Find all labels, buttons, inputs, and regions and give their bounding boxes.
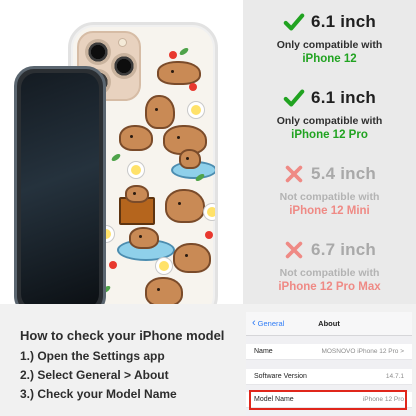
compatibility-note: Only compatible with <box>276 39 383 51</box>
settings-title: About <box>318 319 340 328</box>
settings-row-software-version[interactable]: Software Version 14.7.1 <box>246 369 412 385</box>
capybara-illustration <box>145 95 175 129</box>
screen-size: 6.1 inch <box>311 12 376 31</box>
model-name-highlight-box <box>249 390 407 410</box>
compatibility-header: 6.1 inch <box>283 87 376 109</box>
capybara-illustration <box>165 189 205 223</box>
cross-icon <box>285 165 303 183</box>
compatibility-card-iphone-12-mini: 5.4 inch Not compatible with iPhone 12 M… <box>243 153 416 227</box>
compatibility-card-iphone-12: 6.1 inch Only compatible with iPhone 12 <box>243 1 416 75</box>
capybara-illustration <box>179 149 201 169</box>
camera-flash <box>118 38 127 47</box>
berry-illustration <box>205 231 213 239</box>
flower-illustration <box>207 207 215 217</box>
leaf-illustration <box>110 152 122 163</box>
leaf-illustration <box>178 46 190 57</box>
screen-size: 6.1 inch <box>311 88 376 107</box>
compatibility-note: Only compatible with <box>276 115 383 127</box>
capybara-illustration <box>129 227 159 249</box>
how-to-step: 1.) Open the Settings app <box>20 349 165 363</box>
compatibility-note: Not compatible with <box>279 267 380 279</box>
phone-model: iPhone 12 Mini <box>289 205 370 217</box>
settings-row-name[interactable]: Name MOSNOVO iPhone 12 Pro > <box>246 344 412 360</box>
how-to-title: How to check your iPhone model <box>20 328 225 343</box>
phone-screen <box>21 73 99 304</box>
capybara-illustration <box>119 125 153 151</box>
capybara-illustration <box>157 61 201 85</box>
compatibility-header: 5.4 inch <box>283 163 376 185</box>
berry-illustration <box>109 261 117 269</box>
flower-illustration <box>131 165 141 175</box>
check-icon <box>283 89 305 107</box>
compatibility-card-iphone-12-pro: 6.1 inch Only compatible with iPhone 12 … <box>243 77 416 151</box>
row-label: Software Version <box>254 373 307 380</box>
how-to-step: 2.) Select General > About <box>20 368 169 382</box>
screen-size: 5.4 inch <box>311 164 376 183</box>
row-value: 14.7.1 <box>385 373 404 380</box>
camera-lens <box>85 39 111 65</box>
flower-illustration <box>159 261 169 271</box>
row-label: Name <box>254 348 273 355</box>
berry-illustration <box>189 83 197 91</box>
product-photo <box>0 0 243 304</box>
capybara-illustration <box>125 185 149 203</box>
phone-front <box>14 66 106 304</box>
phone-model: iPhone 12 <box>302 53 357 65</box>
how-to-step: 3.) Check your Model Name <box>20 387 177 401</box>
compatibility-header: 6.1 inch <box>283 11 376 33</box>
compatibility-card-iphone-12-pro-max: 6.7 inch Not compatible with iPhone 12 P… <box>243 229 416 303</box>
flower-illustration <box>191 105 201 115</box>
phone-model: iPhone 12 Pro Max <box>278 281 381 293</box>
compatibility-panel: 6.1 inch Only compatible with iPhone 12 … <box>243 0 416 304</box>
berry-illustration <box>169 51 177 59</box>
compatibility-header: 6.7 inch <box>283 239 376 261</box>
capybara-illustration <box>145 277 183 304</box>
capybara-illustration <box>173 243 211 273</box>
ios-settings-about-screenshot: ‹ General About Name MOSNOVO iPhone 12 P… <box>246 312 412 416</box>
how-to-check-section: How to check your iPhone model 1.) Open … <box>0 304 416 416</box>
phone-model: iPhone 12 Pro <box>291 129 368 141</box>
settings-nav-bar: ‹ General About <box>246 312 412 336</box>
row-value: MOSNOVO iPhone 12 Pro > <box>321 348 404 355</box>
screen-size: 6.7 inch <box>311 240 376 259</box>
check-icon <box>283 13 305 31</box>
camera-lens <box>111 53 137 79</box>
cross-icon <box>285 241 303 259</box>
compatibility-note: Not compatible with <box>279 191 380 203</box>
